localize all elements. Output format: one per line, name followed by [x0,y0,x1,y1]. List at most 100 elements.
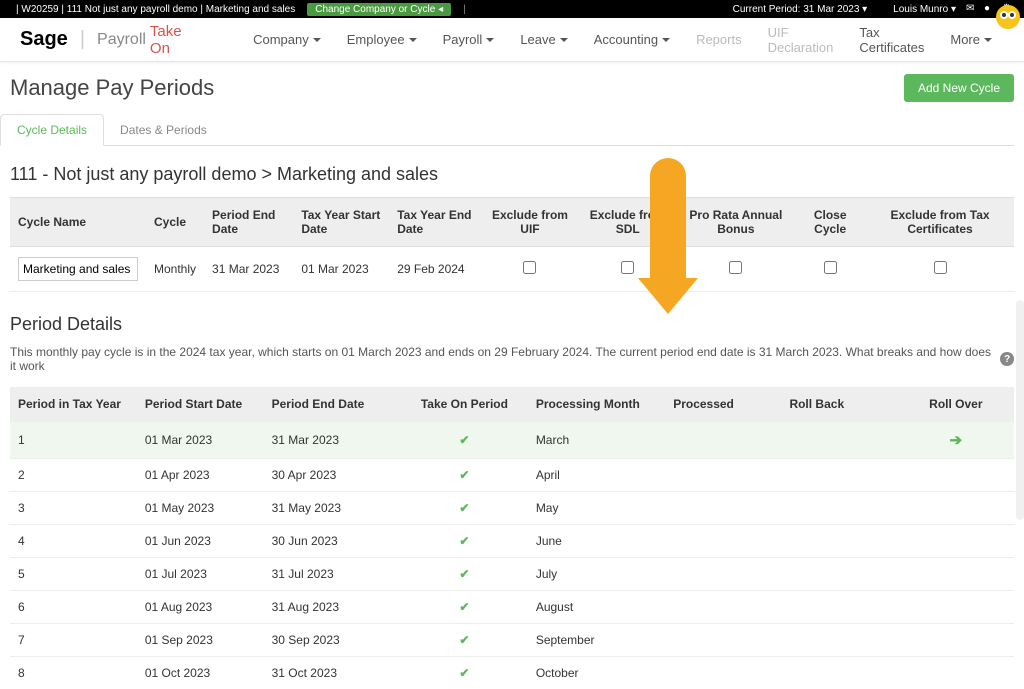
tabs: Cycle Details Dates & Periods [0,114,1014,146]
takeon-check-icon: ✔ [401,558,528,591]
col-prorata-bonus: Pro Rata Annual Bonus [677,198,794,247]
col-processed: Processed [665,387,781,422]
top-bar: | W20259 | 111 Not just any payroll demo… [0,0,1024,18]
tab-dates-periods[interactable]: Dates & Periods [104,114,223,145]
menu-leave[interactable]: Leave [508,19,579,61]
cycle-tax-year-start: 01 Mar 2023 [293,247,389,292]
takeon-check-icon: ✔ [401,624,528,657]
cycle-frequency: Monthly [146,247,204,292]
owl-avatar-icon [996,5,1020,29]
period-row: 101 Mar 202331 Mar 2023✔March ➔ [10,422,1014,459]
period-number: 6 [10,591,137,624]
processing-month: May [528,492,665,525]
chevron-down-icon [984,38,992,42]
period-number: 4 [10,525,137,558]
menu-employee[interactable]: Employee [335,19,429,61]
chevron-down-icon [662,38,670,42]
period-end-date: 31 May 2023 [264,492,401,525]
help-icon[interactable]: ? [1000,352,1014,366]
processing-month: September [528,624,665,657]
context-path: | W20259 | 111 Not just any payroll demo… [16,4,295,15]
chevron-down-icon [313,38,321,42]
add-new-cycle-button[interactable]: Add New Cycle [904,74,1014,102]
col-takeon-period: Take On Period [401,387,528,422]
bell-icon[interactable]: ● [984,3,996,15]
col-period-end-date: Period End Date [204,198,293,247]
processing-month: March [528,422,665,459]
brand-sage: Sage [20,28,68,51]
takeon-check-icon: ✔ [401,422,528,459]
period-number: 7 [10,624,137,657]
col-period-start: Period Start Date [137,387,264,422]
col-tax-year-start: Tax Year Start Date [293,198,389,247]
period-row: 201 Apr 202330 Apr 2023✔April [10,459,1014,492]
period-end-date: 31 Aug 2023 [264,591,401,624]
processing-month: July [528,558,665,591]
period-row: 301 May 202331 May 2023✔May [10,492,1014,525]
period-number: 1 [10,422,137,459]
user-menu[interactable]: Louis Munro ▾ [893,4,956,15]
processed-cell [665,591,781,624]
period-start-date: 01 Jun 2023 [137,525,264,558]
period-end-date: 31 Mar 2023 [264,422,401,459]
processing-month: August [528,591,665,624]
period-row: 601 Aug 202331 Aug 2023✔August [10,591,1014,624]
rollover-cell [898,492,1014,525]
processed-cell [665,525,781,558]
period-details-description: This monthly pay cycle is in the 2024 ta… [10,345,1014,373]
processed-cell [665,657,781,689]
tab-cycle-details[interactable]: Cycle Details [0,114,104,146]
mail-icon[interactable]: ✉ [966,3,978,15]
processing-month: June [528,525,665,558]
rollback-cell [781,525,897,558]
processed-cell [665,459,781,492]
cycle-period-end: 31 Mar 2023 [204,247,293,292]
exclude-sdl-checkbox[interactable] [621,261,634,274]
rollover-cell[interactable]: ➔ [898,422,1014,459]
rollover-cell [898,525,1014,558]
menu-payroll[interactable]: Payroll [431,19,507,61]
rollover-cell [898,459,1014,492]
period-start-date: 01 Apr 2023 [137,459,264,492]
col-close-cycle: Close Cycle [794,198,866,247]
period-row: 701 Sep 202330 Sep 2023✔September [10,624,1014,657]
rollover-cell [898,558,1014,591]
menu-reports[interactable]: Reports [684,19,754,61]
cycle-name-input[interactable] [18,257,138,281]
chevron-down-icon [560,38,568,42]
period-end-date: 30 Apr 2023 [264,459,401,492]
period-details-title: Period Details [10,314,1014,335]
change-company-cycle-button[interactable]: Change Company or Cycle ◂ [307,3,451,16]
processing-month: April [528,459,665,492]
period-number: 5 [10,558,137,591]
cycle-tax-year-end: 29 Feb 2024 [389,247,482,292]
menu-accounting[interactable]: Accounting [582,19,682,61]
col-cycle-name: Cycle Name [10,198,146,247]
chevron-down-icon [486,38,494,42]
rollback-cell [781,422,897,459]
takeon-check-icon: ✔ [401,525,528,558]
period-start-date: 01 Mar 2023 [137,422,264,459]
col-period-end: Period End Date [264,387,401,422]
menu-uif-declaration[interactable]: UIF Declaration [756,19,846,61]
processed-cell [665,492,781,525]
current-period-dropdown[interactable]: Current Period: 31 Mar 2023 ▾ [733,4,868,15]
chevron-down-icon [409,38,417,42]
rollback-cell [781,459,897,492]
prorata-bonus-checkbox[interactable] [729,261,742,274]
menu-company[interactable]: Company [241,19,333,61]
cycle-row: Monthly 31 Mar 2023 01 Mar 2023 29 Feb 2… [10,247,1014,292]
col-exclude-uif: Exclude from UIF [482,198,578,247]
rollback-cell [781,492,897,525]
exclude-tax-certs-checkbox[interactable] [934,261,947,274]
menu-more[interactable]: More [938,19,1004,61]
close-cycle-checkbox[interactable] [824,261,837,274]
scrollbar[interactable] [1016,300,1024,520]
takeon-check-icon: ✔ [401,459,528,492]
exclude-uif-checkbox[interactable] [523,261,536,274]
menu-tax-certificates[interactable]: Tax Certificates [847,19,936,61]
col-cycle: Cycle [146,198,204,247]
cycle-summary-table: Cycle Name Cycle Period End Date Tax Yea… [10,197,1014,292]
rollback-cell [781,558,897,591]
processed-cell [665,624,781,657]
